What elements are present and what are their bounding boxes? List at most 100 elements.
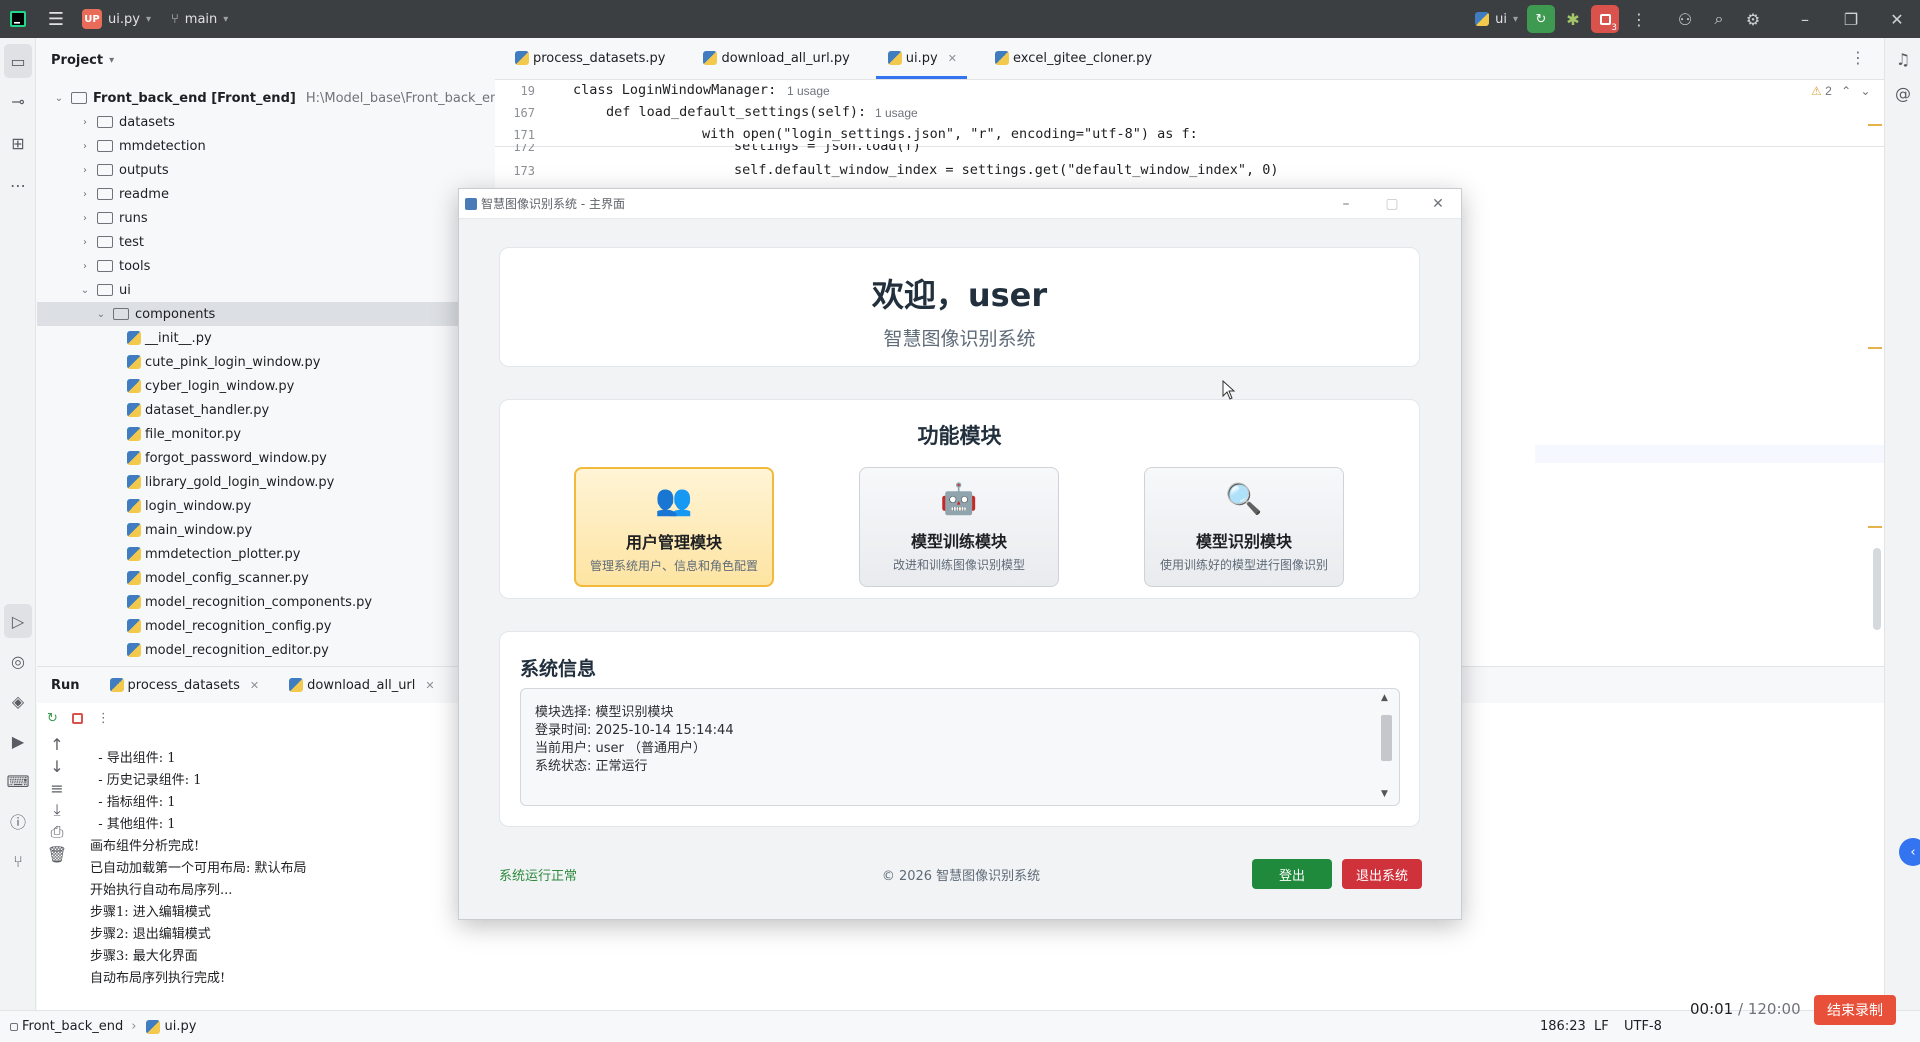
breadcrumb[interactable]: Front_back_end › ui.py — [10, 1019, 196, 1034]
tree-item[interactable]: library_gold_login_window.py — [37, 470, 494, 494]
chevron-right-icon[interactable]: › — [77, 141, 93, 152]
close-tab-icon[interactable]: ✕ — [250, 679, 259, 692]
close-icon[interactable]: ✕ — [1415, 189, 1461, 219]
chevron-right-icon[interactable]: › — [77, 189, 93, 200]
stop-button[interactable]: 3 — [1591, 5, 1619, 33]
chevron-right-icon[interactable]: › — [77, 237, 93, 248]
tree-item[interactable]: › test — [37, 230, 494, 254]
logout-button[interactable]: 登出 — [1252, 859, 1332, 889]
tree-item[interactable]: › outputs — [37, 158, 494, 182]
scroll-up-icon[interactable]: ↑ — [37, 733, 77, 755]
notifications-bell-icon[interactable]: ♫ — [1885, 42, 1920, 76]
settings-gear-icon[interactable]: ⚙ — [1736, 0, 1770, 38]
python-packages-tool-icon[interactable]: ◎ — [0, 644, 36, 678]
chevron-right-icon[interactable]: › — [77, 261, 93, 272]
chevron-right-icon[interactable]: › — [77, 213, 93, 224]
scroll-down-arrow-icon[interactable]: ▼ — [1381, 789, 1388, 799]
scroll-down-icon[interactable]: ↓ — [37, 755, 77, 777]
line-separator[interactable]: LF — [1594, 1019, 1609, 1034]
tree-item[interactable]: › mmdetection — [37, 134, 494, 158]
usage-hint[interactable]: 1 usage — [875, 106, 918, 120]
exit-system-button[interactable]: 退出系统 — [1342, 859, 1422, 889]
scroll-up-arrow-icon[interactable]: ▲ — [1381, 693, 1388, 703]
minimize-window-icon[interactable]: – — [1782, 0, 1828, 38]
tree-item[interactable]: file_monitor.py — [37, 422, 494, 446]
branch-switcher[interactable]: ⑂ main ▾ — [165, 0, 234, 38]
tree-item[interactable]: main_window.py — [37, 518, 494, 542]
tree-item[interactable]: › datasets — [37, 110, 494, 134]
run-tab[interactable]: download_all_url ✕ — [273, 667, 448, 703]
search-icon[interactable]: ⌕ — [1702, 0, 1736, 38]
layers-tool-icon[interactable]: ◈ — [0, 684, 36, 718]
tree-item[interactable]: cyber_login_window.py — [37, 374, 494, 398]
chevron-right-icon[interactable]: › — [77, 117, 93, 128]
stop-icon[interactable] — [71, 712, 83, 724]
dialog-title-bar[interactable]: 智慧图像识别系统 - 主界面 – ▢ ✕ — [459, 189, 1461, 219]
problems-tool-icon[interactable]: ⓘ — [0, 804, 36, 838]
editor-tab[interactable]: excel_gitee_cloner.py — [975, 37, 1170, 79]
chevron-down-icon[interactable]: ⌄ — [93, 309, 109, 320]
close-window-icon[interactable]: ✕ — [1874, 0, 1920, 38]
tree-root[interactable]: ⌄ Front_back_end [Front_end] H:\Model_ba… — [37, 86, 507, 110]
tree-item[interactable]: › tools — [37, 254, 494, 278]
close-tab-icon[interactable]: ✕ — [948, 52, 957, 65]
model-recognition-module[interactable]: 🔍 模型识别模块 使用训练好的模型进行图像识别 — [1144, 467, 1344, 587]
project-switcher[interactable]: UP ui.py ▾ — [76, 0, 157, 38]
expand-panel-icon[interactable]: ‹ — [1899, 838, 1920, 866]
maximize-icon[interactable]: ▢ — [1369, 189, 1415, 219]
close-tab-icon[interactable]: ✕ — [425, 679, 434, 692]
more-actions-icon[interactable]: ⋮ — [1622, 0, 1656, 38]
scroll-to-end-icon[interactable]: ⤓ — [37, 799, 77, 821]
tree-item[interactable]: › readme — [37, 182, 494, 206]
scrollbar-thumb[interactable] — [1381, 715, 1392, 761]
rerun-icon[interactable]: ↻ — [47, 711, 58, 726]
minimize-icon[interactable]: – — [1323, 189, 1369, 219]
model-training-module[interactable]: 🤖 模型训练模块 改进和训练图像识别模型 — [859, 467, 1059, 587]
restore-window-icon[interactable]: ❐ — [1828, 0, 1874, 38]
project-panel-header[interactable]: Project ▾ — [37, 38, 494, 82]
terminal-tool-icon[interactable]: ⌨ — [0, 764, 36, 798]
add-user-icon[interactable]: ⚇ — [1668, 0, 1702, 38]
usage-hint[interactable]: 1 usage — [787, 84, 830, 98]
editor-tab[interactable]: ui.py ✕ — [868, 37, 975, 79]
services-tool-icon[interactable]: ▶ — [0, 724, 36, 758]
system-info-log[interactable]: 模块选择: 模型识别模块 登录时间: 2025-10-14 15:14:44 当… — [520, 688, 1400, 806]
stop-recording-button[interactable]: 结束录制 — [1814, 995, 1896, 1025]
tree-item[interactable]: dataset_handler.py — [37, 398, 494, 422]
editor-tab[interactable]: download_all_url.py — [683, 37, 867, 79]
project-tool-icon[interactable]: ▭ — [4, 44, 32, 78]
tree-item[interactable]: cute_pink_login_window.py — [37, 350, 494, 374]
tree-item[interactable]: ⌄ ui — [37, 278, 494, 302]
info-scrollbar[interactable]: ▲ ▼ — [1379, 693, 1393, 799]
git-tool-icon[interactable]: ⑂ — [0, 844, 36, 878]
app-logo-icon[interactable] — [0, 0, 36, 38]
user-management-module[interactable]: 👥 用户管理模块 管理系统用户、信息和角色配置 — [574, 467, 774, 587]
trash-icon[interactable]: 🗑 — [37, 843, 77, 865]
main-menu-icon[interactable]: ☰ — [36, 0, 76, 38]
editor-tab[interactable]: process_datasets.py — [495, 37, 683, 79]
run-config-selector[interactable]: ui ▾ — [1467, 0, 1524, 38]
tree-item[interactable]: model_recognition_editor.py — [37, 638, 494, 662]
editor-scrollbar-thumb[interactable] — [1873, 548, 1881, 630]
chevron-down-icon[interactable]: ⌄ — [77, 285, 93, 296]
rerun-button[interactable]: ↻ — [1527, 5, 1555, 33]
tree-item[interactable]: model_recognition_components.py — [37, 590, 494, 614]
tree-item[interactable]: forgot_password_window.py — [37, 446, 494, 470]
file-encoding[interactable]: UTF-8 — [1624, 1019, 1662, 1034]
soft-wrap-icon[interactable]: ≡ — [37, 777, 77, 799]
chevron-right-icon[interactable]: › — [77, 165, 93, 176]
ai-assistant-icon[interactable]: @ — [1885, 76, 1920, 110]
debug-button[interactable]: ✱ — [1558, 0, 1588, 38]
tree-item[interactable]: model_config_scanner.py — [37, 566, 494, 590]
run-tool-icon[interactable]: ▷ — [4, 604, 32, 638]
print-icon[interactable]: ⎙ — [37, 821, 77, 843]
tree-item[interactable]: model_recognition_config.py — [37, 614, 494, 638]
run-tab[interactable]: process_datasets ✕ — [94, 667, 274, 703]
tree-item[interactable]: mmdetection_plotter.py — [37, 542, 494, 566]
warning-indicator[interactable]: ⚠ 2 ⌃ ⌄ — [1811, 84, 1871, 98]
tree-item[interactable]: ⌄ components — [37, 302, 494, 326]
editor-more-icon[interactable]: ⋮ — [1850, 48, 1866, 67]
tree-item[interactable]: login_window.py — [37, 494, 494, 518]
structure-tool-icon[interactable]: ⊞ — [0, 126, 36, 160]
tree-item[interactable]: › runs — [37, 206, 494, 230]
